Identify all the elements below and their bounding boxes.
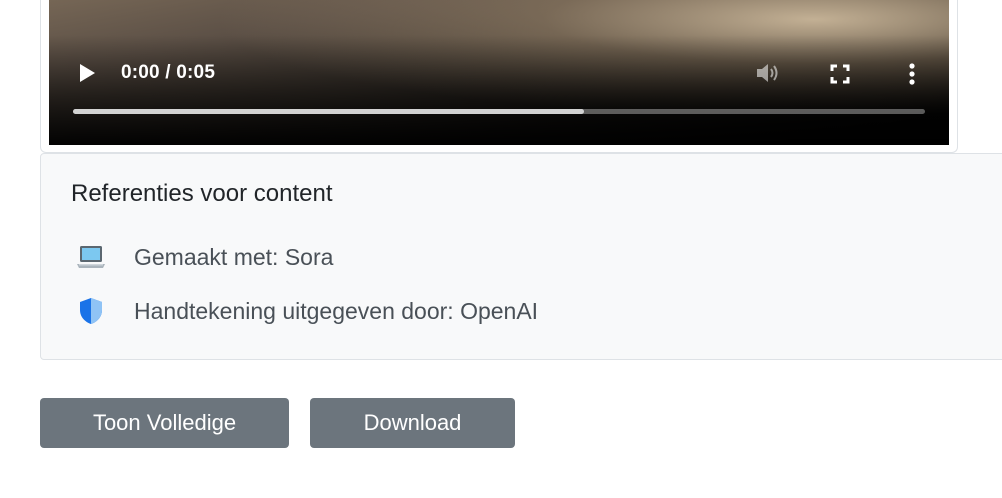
reference-item-created-with: Gemaakt met: Sora	[75, 241, 333, 273]
reference-label: Handtekening uitgegeven door: OpenAI	[134, 297, 539, 324]
video-player[interactable]: 0:00 / 0:05	[49, 0, 949, 145]
download-json-button[interactable]: Download JSON	[310, 398, 515, 485]
play-icon	[80, 64, 95, 82]
volume-icon	[757, 64, 778, 82]
more-options-button[interactable]	[905, 62, 919, 86]
reference-item-signature: Handtekening uitgegeven door: OpenAI	[75, 295, 538, 327]
seek-bar[interactable]	[73, 109, 925, 114]
buffered-bar	[73, 109, 585, 114]
fullscreen-icon	[830, 64, 850, 84]
content-references-panel: Referenties voor content Gemaakt met: So…	[40, 153, 1002, 360]
shield-icon	[75, 295, 107, 327]
show-full-json-button[interactable]: Toon Volledige JSON	[40, 398, 289, 485]
reference-label: Gemaakt met: Sora	[134, 243, 334, 270]
play-button[interactable]	[77, 63, 97, 83]
fullscreen-button[interactable]	[829, 63, 851, 85]
time-display: 0:00 / 0:05	[121, 62, 216, 83]
mute-button[interactable]	[755, 62, 781, 84]
references-title: Referenties voor content	[71, 180, 333, 207]
video-controls-overlay	[49, 35, 949, 145]
more-vertical-icon	[909, 63, 915, 85]
laptop-icon	[75, 241, 107, 273]
video-card: 0:00 / 0:05	[40, 0, 958, 153]
